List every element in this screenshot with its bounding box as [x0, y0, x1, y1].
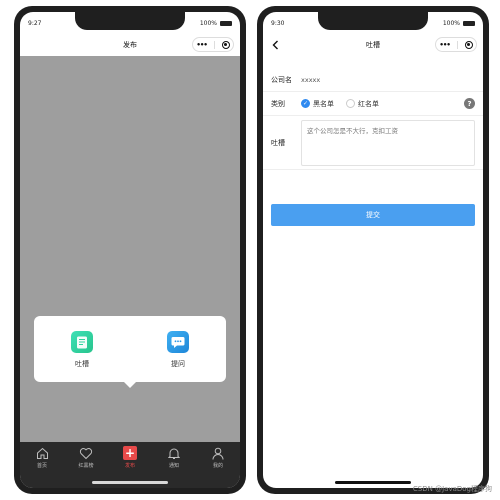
canvas: 9:27 100% 发布 ••• 吐槽 提问 首页 红黑榜 + 发布 通知 我的… [0, 0, 500, 500]
chat-icon [167, 331, 189, 353]
notch [75, 12, 185, 30]
mask-overlay[interactable]: 吐槽 提问 [20, 56, 240, 442]
battery-icon [463, 20, 475, 26]
battery-text: 100% [199, 19, 217, 27]
complain-label: 吐槽 [271, 138, 285, 147]
radio-label: 黑名单 [313, 99, 334, 108]
publish-popup: 吐槽 提问 [34, 316, 226, 382]
company-label: 公司名 [271, 75, 292, 84]
status-right: 100% [200, 20, 232, 27]
capsule-divider [456, 40, 458, 49]
status-time: 9:27 [28, 19, 42, 27]
complain-row: 吐槽 这个公司怎是不大行，克扣工资 [263, 116, 483, 170]
heart-icon [79, 446, 93, 460]
tab-label: 发布 [124, 463, 135, 469]
radio-label: 红名单 [358, 99, 379, 108]
popup-item-complain[interactable]: 吐槽 [71, 331, 93, 369]
capsule-divider [213, 40, 215, 49]
company-input[interactable]: xxxxx [301, 76, 320, 84]
watermark: CSDN @JavaDog程序狗 [412, 485, 492, 493]
radio-redlist[interactable]: 红名单 [346, 99, 379, 109]
publish-plus-glyph: + [123, 446, 137, 460]
type-label: 类别 [271, 99, 285, 108]
page-title: 吐槽 [366, 41, 380, 49]
radio-blacklist[interactable]: ✓ 黑名单 [301, 99, 334, 109]
document-icon [71, 331, 93, 353]
complaint-form: 公司名 xxxxx 类别 ✓ 黑名单 红名单 ? 吐槽 这个公司怎是不大行，克扣… [263, 68, 483, 170]
popup-item-ask[interactable]: 提问 [167, 331, 189, 369]
battery-icon [220, 20, 232, 26]
submit-button[interactable]: 提交 [271, 204, 475, 226]
close-miniprogram-icon[interactable] [464, 40, 473, 49]
right-screen: 9:30 100% 吐槽 ••• 公司名 xxxxx 类别 ✓ 黑名单 红名单 … [263, 12, 483, 488]
right-phone: 9:30 100% 吐槽 ••• 公司名 xxxxx 类别 ✓ 黑名单 红名单 … [257, 6, 489, 494]
notch [318, 12, 428, 30]
type-row: 类别 ✓ 黑名单 红名单 ? [263, 92, 483, 116]
tab-label: 通知 [168, 463, 179, 469]
left-screen: 9:27 100% 发布 ••• 吐槽 提问 首页 红黑榜 + 发布 通知 我的 [20, 12, 240, 488]
company-row: 公司名 xxxxx [263, 68, 483, 92]
tab-home[interactable]: 首页 [24, 446, 60, 488]
popup-item-label: 吐槽 [75, 360, 89, 368]
battery-text: 100% [442, 19, 460, 27]
radio-unchecked-icon [346, 99, 355, 108]
tab-label: 我的 [212, 463, 223, 469]
close-miniprogram-icon[interactable] [221, 40, 230, 49]
help-icon[interactable]: ? [464, 98, 475, 109]
home-indicator [335, 481, 411, 484]
home-icon [35, 446, 49, 460]
status-time: 9:30 [271, 19, 285, 27]
popup-item-label: 提问 [171, 360, 185, 368]
more-icon[interactable]: ••• [439, 41, 450, 49]
complain-textarea[interactable]: 这个公司怎是不大行，克扣工资 [301, 119, 475, 166]
bell-icon [167, 446, 181, 460]
plus-icon: + [123, 446, 137, 460]
home-indicator [92, 481, 168, 484]
tab-label: 红黑榜 [78, 463, 94, 469]
page-title: 发布 [123, 41, 137, 49]
tab-label: 首页 [36, 463, 47, 469]
menu-capsule[interactable]: ••• [435, 37, 477, 52]
menu-capsule[interactable]: ••• [192, 37, 234, 52]
user-icon [211, 446, 225, 460]
radio-checked-icon: ✓ [301, 99, 310, 108]
navbar: 吐槽 ••• [263, 34, 483, 56]
status-right: 100% [443, 20, 475, 27]
more-icon[interactable]: ••• [196, 41, 207, 49]
tab-me[interactable]: 我的 [200, 446, 236, 488]
navbar: 发布 ••• [20, 34, 240, 56]
left-phone: 9:27 100% 发布 ••• 吐槽 提问 首页 红黑榜 + 发布 通知 我的 [14, 6, 246, 494]
back-icon[interactable] [269, 39, 281, 51]
